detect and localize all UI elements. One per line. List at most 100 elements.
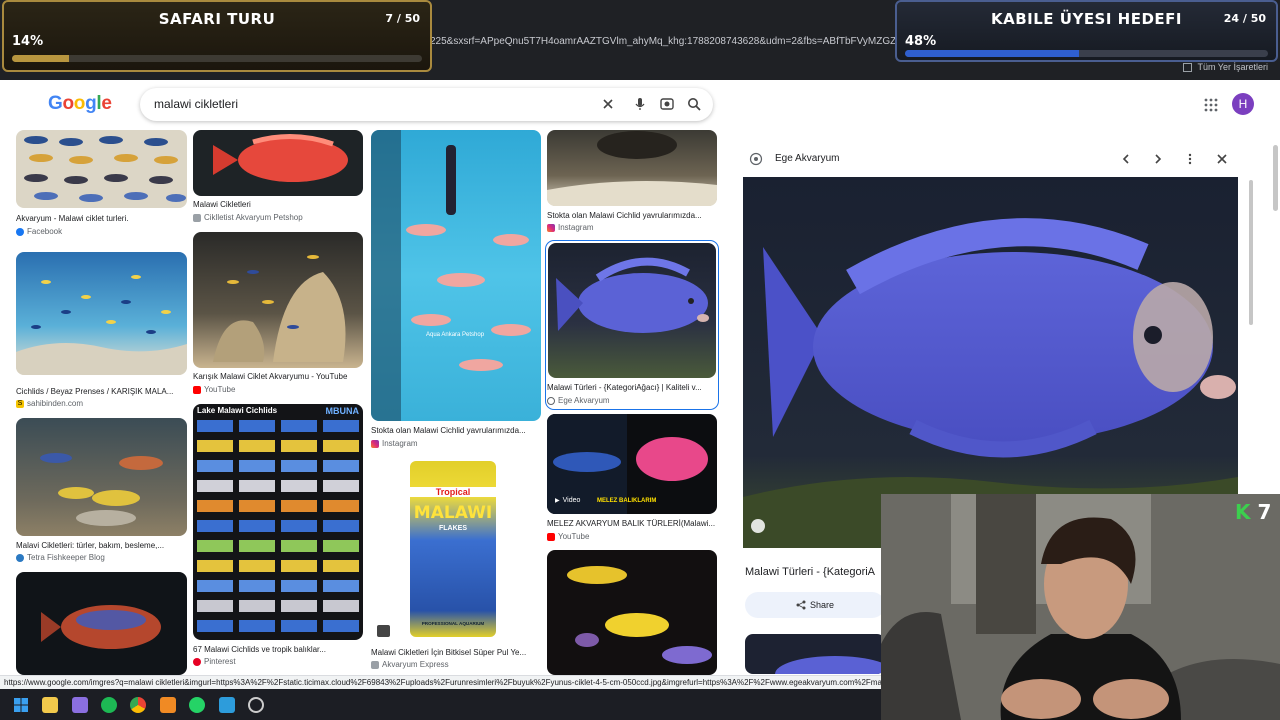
link-status-bar: https://www.google.com/imgres?q=malawi c… bbox=[0, 675, 881, 689]
result-image[interactable] bbox=[193, 130, 363, 196]
preview-site-name[interactable]: Ege Akvaryum bbox=[775, 153, 839, 164]
can-bottom-text: PROFESSIONAL AQUARIUM bbox=[421, 621, 485, 626]
play-icon: ▶ bbox=[555, 498, 560, 504]
sahibinden-icon: S bbox=[16, 399, 24, 408]
preview-image[interactable] bbox=[743, 177, 1238, 548]
result-caption[interactable]: Malawi Türleri - {KategoriAğacı} | Kalit… bbox=[547, 383, 717, 392]
petshop-icon bbox=[193, 213, 201, 222]
microphone-icon[interactable] bbox=[632, 96, 648, 112]
bookmark-folder-icon bbox=[1183, 62, 1193, 72]
tribe-goal-percent: 48% bbox=[905, 34, 937, 49]
result-caption[interactable]: Akvaryum - Malawi ciklet turleri. bbox=[16, 214, 187, 223]
can-title: MALAWI bbox=[413, 503, 493, 523]
globe-icon bbox=[547, 396, 555, 405]
result-source[interactable]: YouTube bbox=[193, 385, 235, 394]
instagram-icon bbox=[371, 439, 379, 448]
preview-title[interactable]: Malawi Türleri - {KategoriA bbox=[745, 566, 875, 578]
close-icon[interactable] bbox=[1216, 153, 1228, 165]
result-image[interactable] bbox=[547, 550, 717, 675]
result-caption[interactable]: Malavi Ciklet​leri: türler, bakım, besle… bbox=[16, 541, 187, 550]
result-source[interactable]: Instagram bbox=[371, 439, 418, 448]
tribe-progress-fill bbox=[905, 50, 1080, 57]
clear-icon[interactable] bbox=[600, 96, 616, 112]
result-caption[interactable]: Stokta olan Malawi Cichlid yavrularımızd… bbox=[371, 426, 541, 435]
can-subtitle: FLAKES bbox=[439, 525, 467, 532]
webcam-badge: K 7 bbox=[1235, 500, 1272, 524]
tetra-icon bbox=[16, 553, 24, 562]
result-image[interactable] bbox=[16, 252, 187, 375]
result-image[interactable]: Lake Malawi Cichlids MBUNA bbox=[193, 404, 363, 640]
result-caption[interactable]: Stokta olan Malawi Cichlid yavrularımızd… bbox=[547, 211, 717, 220]
related-image[interactable] bbox=[745, 634, 885, 674]
result-caption[interactable]: 67 Malawi Cichlids ve tropik balıklar... bbox=[193, 645, 363, 654]
whatsapp-icon[interactable] bbox=[189, 697, 205, 713]
address-bar[interactable]: 225&sxsrf=APpeQnu5T7H4oamrAAZTGVlm_ahyMq… bbox=[430, 36, 900, 47]
google-logo[interactable]: Google bbox=[48, 93, 112, 115]
result-caption[interactable]: Karışık Malawi Ciklet Akvaryumu - YouTub… bbox=[193, 372, 363, 381]
panel-scrollbar[interactable] bbox=[1249, 180, 1253, 325]
result-source[interactable]: Pinterest bbox=[193, 657, 236, 666]
search-input[interactable]: malawi cikletleri bbox=[154, 97, 238, 111]
next-icon[interactable] bbox=[1152, 153, 1164, 165]
tribe-goal-overlay: KABILE ÜYESI HEDEFI 24 / 50 48% bbox=[895, 0, 1278, 62]
youtube-icon bbox=[193, 385, 201, 394]
spotify-icon[interactable] bbox=[101, 697, 117, 713]
result-caption[interactable]: Malawi Cikletleri İçin Bitkisel Süper Pu… bbox=[371, 648, 541, 657]
result-image[interactable] bbox=[16, 130, 187, 208]
safari-goal-title: SAFARI TURU bbox=[158, 10, 276, 28]
result-image[interactable]: ▶ Video MELEZ BALIKLARIM bbox=[547, 414, 717, 514]
result-source[interactable]: S sahibinden.com bbox=[16, 399, 83, 408]
all-bookmarks-button[interactable]: Tüm Yer İşaretleri bbox=[1183, 62, 1268, 72]
result-source[interactable]: Ciklletist Akvaryum Petshop bbox=[193, 213, 303, 222]
app-icon[interactable] bbox=[160, 697, 176, 713]
result-caption[interactable]: MELEZ AKVARYUM BALIK TÜRLERİ(Malawi... bbox=[547, 519, 717, 528]
windows-start-icon[interactable] bbox=[13, 697, 29, 713]
bookmarks-label: Tüm Yer İşaretleri bbox=[1197, 62, 1268, 72]
result-source[interactable]: Akvaryum Express bbox=[371, 660, 449, 669]
account-avatar[interactable]: H bbox=[1232, 93, 1254, 115]
safari-progress-fill bbox=[12, 55, 70, 62]
image-watermark: Aqua Ankara Petshop bbox=[426, 332, 485, 338]
result-image[interactable]: Tropical MALAWI FLAKES PROFESSIONAL AQUA… bbox=[371, 457, 541, 643]
site-globe-icon bbox=[749, 152, 763, 166]
result-caption[interactable]: Malawi Cikletleri bbox=[193, 200, 363, 209]
result-image[interactable] bbox=[16, 418, 187, 536]
facebook-icon bbox=[16, 227, 24, 236]
tribe-goal-count: 24 / 50 bbox=[1223, 12, 1266, 25]
result-source[interactable]: Tetra Fishkeeper Blog bbox=[16, 553, 105, 562]
search-icon[interactable] bbox=[686, 96, 702, 112]
file-explorer-icon[interactable] bbox=[42, 697, 58, 713]
youtube-icon bbox=[547, 532, 555, 541]
app-icon[interactable] bbox=[219, 697, 235, 713]
tribe-goal-title: KABILE ÜYESI HEDEFI bbox=[991, 10, 1182, 28]
page-scrollbar[interactable] bbox=[1273, 145, 1278, 211]
search-box[interactable]: malawi cikletleri bbox=[140, 88, 713, 121]
result-source[interactable]: Ege Akvaryum bbox=[547, 396, 610, 405]
result-caption[interactable]: Cichlids / Beyaz Prenses / KARIŞIK MALA.… bbox=[16, 387, 187, 396]
result-source[interactable]: Instagram bbox=[547, 223, 594, 232]
instagram-icon bbox=[547, 223, 555, 232]
windows-taskbar bbox=[0, 689, 881, 720]
safari-goal-overlay: SAFARI TURU 7 / 50 14% bbox=[2, 0, 432, 72]
result-source[interactable]: YouTube bbox=[547, 532, 589, 541]
share-icon bbox=[796, 600, 806, 610]
game-controller-icon[interactable] bbox=[72, 697, 88, 713]
result-image[interactable] bbox=[16, 572, 187, 675]
result-source[interactable]: Facebook bbox=[16, 227, 62, 236]
obs-icon[interactable] bbox=[248, 697, 264, 713]
result-image[interactable] bbox=[548, 243, 716, 378]
lens-icon[interactable] bbox=[659, 96, 675, 112]
more-options-icon[interactable] bbox=[1184, 153, 1196, 165]
chrome-icon[interactable] bbox=[130, 697, 146, 713]
lens-search-image-icon[interactable] bbox=[751, 519, 765, 533]
apps-grid-icon[interactable] bbox=[1204, 98, 1218, 112]
share-button[interactable]: Share bbox=[745, 592, 885, 618]
result-image[interactable] bbox=[547, 130, 717, 206]
previous-icon[interactable] bbox=[1120, 153, 1132, 165]
akvaryum-express-icon bbox=[371, 660, 379, 669]
webcam-feed bbox=[881, 494, 1280, 720]
result-image[interactable]: Aqua Ankara Petshop bbox=[371, 130, 541, 421]
video-overlay-text: MELEZ BALIKLARIM bbox=[597, 498, 657, 504]
video-label: ▶ Video bbox=[555, 497, 581, 504]
result-image[interactable] bbox=[193, 232, 363, 368]
